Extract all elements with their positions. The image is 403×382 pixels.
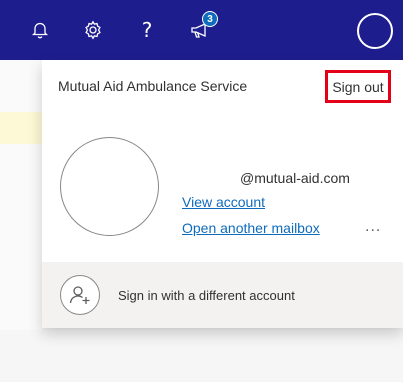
sign-in-different-account-row[interactable]: Sign in with a different account (42, 262, 403, 328)
account-panel: Mutual Aid Ambulance Service Sign out @m… (42, 60, 403, 328)
background-footer (0, 330, 403, 382)
more-options-button[interactable]: ... (365, 218, 381, 236)
background-banner (0, 112, 42, 144)
view-account-link[interactable]: View account (182, 194, 265, 210)
top-bar: ? 3 (0, 0, 403, 60)
add-person-icon (60, 275, 100, 315)
notification-badge: 3 (202, 11, 218, 27)
organization-name: Mutual Aid Ambulance Service (58, 78, 248, 94)
profile-avatar (60, 137, 159, 236)
sign-in-different-account-label: Sign in with a different account (118, 288, 295, 303)
account-avatar-button[interactable] (357, 13, 393, 49)
help-icon[interactable]: ? (133, 15, 161, 45)
open-another-mailbox-link[interactable]: Open another mailbox (182, 220, 320, 236)
sign-out-button[interactable]: Sign out (325, 70, 391, 103)
bell-icon[interactable] (26, 15, 54, 45)
account-email: @mutual-aid.com (240, 170, 350, 186)
gear-icon[interactable] (79, 15, 107, 45)
